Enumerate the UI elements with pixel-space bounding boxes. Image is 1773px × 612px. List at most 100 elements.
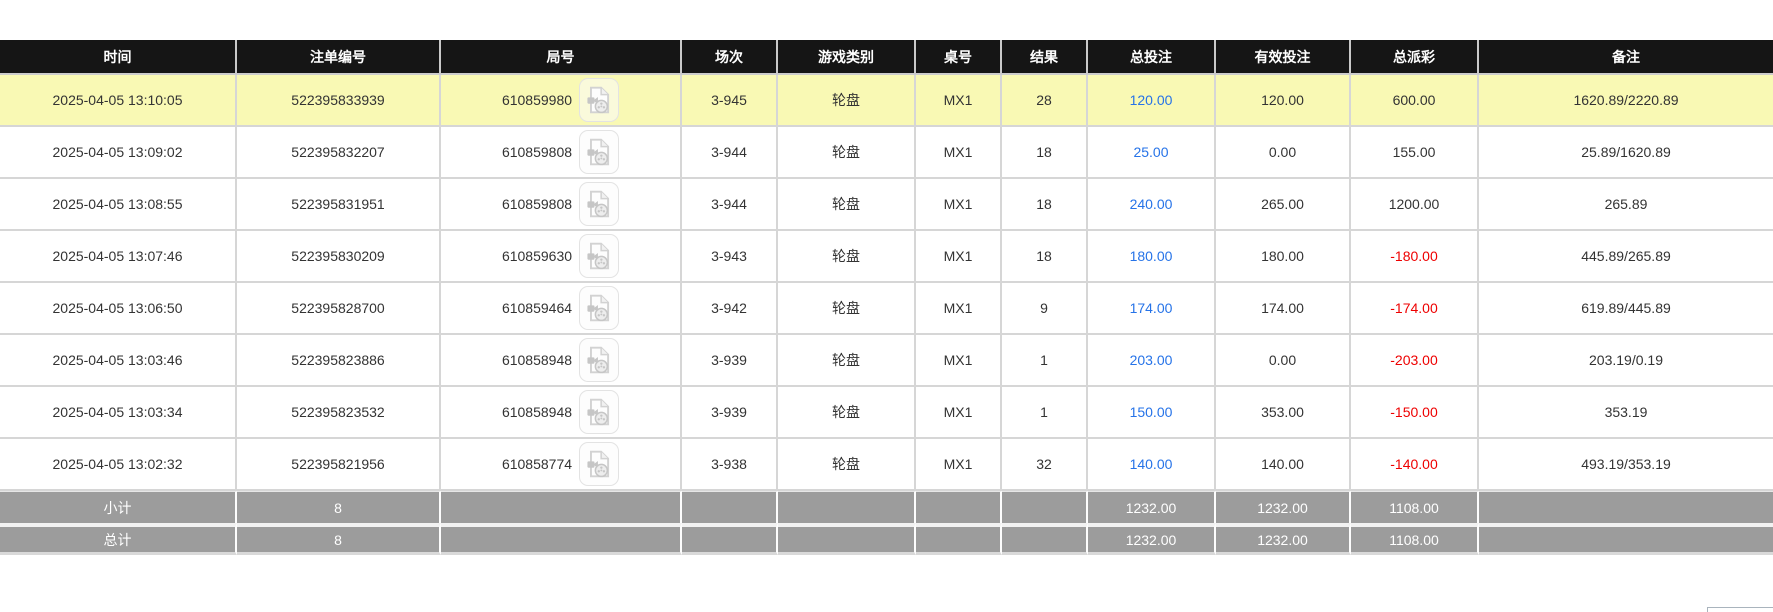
subtotal-label: 小计 bbox=[0, 491, 237, 523]
table-row[interactable]: 2025-04-05 13:08:55 522395831951 6108598… bbox=[0, 179, 1773, 231]
table-row[interactable]: 2025-04-05 13:03:34 522395823532 6108589… bbox=[0, 387, 1773, 439]
cell-total-bet[interactable]: 150.00 bbox=[1088, 387, 1216, 439]
cell-total-bet[interactable]: 240.00 bbox=[1088, 179, 1216, 231]
cell-valid-bet: 174.00 bbox=[1216, 283, 1351, 335]
cell-total-payout: -150.00 bbox=[1351, 387, 1479, 439]
cell-total-payout: 155.00 bbox=[1351, 127, 1479, 179]
cell-round-id: 610858948 bbox=[441, 335, 682, 387]
cell-session: 3-942 bbox=[682, 283, 778, 335]
cell-time: 2025-04-05 13:02:32 bbox=[0, 439, 237, 491]
cell-valid-bet: 0.00 bbox=[1216, 335, 1351, 387]
cell-game-type: 轮盘 bbox=[778, 231, 916, 283]
header-bet-id: 注单编号 bbox=[237, 40, 441, 75]
cell-game-type: 轮盘 bbox=[778, 283, 916, 335]
cell-result: 1 bbox=[1002, 335, 1088, 387]
video-file-icon bbox=[587, 86, 610, 114]
video-file-icon bbox=[587, 190, 610, 218]
table-row[interactable]: 2025-04-05 13:09:02 522395832207 6108598… bbox=[0, 127, 1773, 179]
header-game-type: 游戏类别 bbox=[778, 40, 916, 75]
cell-result: 18 bbox=[1002, 231, 1088, 283]
header-session: 场次 bbox=[682, 40, 778, 75]
cell-result: 32 bbox=[1002, 439, 1088, 491]
cell-remark: 445.89/265.89 bbox=[1479, 231, 1773, 283]
cell-session: 3-938 bbox=[682, 439, 778, 491]
cell-total-bet[interactable]: 140.00 bbox=[1088, 439, 1216, 491]
cell-total-bet[interactable]: 174.00 bbox=[1088, 283, 1216, 335]
video-file-icon bbox=[587, 294, 610, 322]
cell-time: 2025-04-05 13:09:02 bbox=[0, 127, 237, 179]
cell-round-id: 610859808 bbox=[441, 127, 682, 179]
cell-session: 3-945 bbox=[682, 75, 778, 127]
cell-total-bet[interactable]: 120.00 bbox=[1088, 75, 1216, 127]
table-body: 2025-04-05 13:10:05 522395833939 6108599… bbox=[0, 75, 1773, 491]
replay-video-button[interactable] bbox=[579, 234, 620, 278]
cell-game-type: 轮盘 bbox=[778, 439, 916, 491]
header-total-bet: 总投注 bbox=[1088, 40, 1216, 75]
cell-result: 18 bbox=[1002, 179, 1088, 231]
cell-remark: 1620.89/2220.89 bbox=[1479, 75, 1773, 127]
cell-valid-bet: 353.00 bbox=[1216, 387, 1351, 439]
cell-total-bet[interactable]: 25.00 bbox=[1088, 127, 1216, 179]
cell-round-id: 610858948 bbox=[441, 387, 682, 439]
cell-bet-id: 522395830209 bbox=[237, 231, 441, 283]
cell-remark: 265.89 bbox=[1479, 179, 1773, 231]
replay-video-button[interactable] bbox=[579, 442, 620, 486]
cell-total-payout: -174.00 bbox=[1351, 283, 1479, 335]
grand-total-count: 8 bbox=[237, 523, 441, 555]
cell-result: 9 bbox=[1002, 283, 1088, 335]
cell-round-id: 610859630 bbox=[441, 231, 682, 283]
replay-video-button[interactable] bbox=[579, 338, 620, 382]
cell-table-no: MX1 bbox=[916, 439, 1002, 491]
cell-remark: 25.89/1620.89 bbox=[1479, 127, 1773, 179]
video-file-icon bbox=[587, 450, 610, 478]
table-row[interactable]: 2025-04-05 13:07:46 522395830209 6108596… bbox=[0, 231, 1773, 283]
cell-game-type: 轮盘 bbox=[778, 127, 916, 179]
table-row[interactable]: 2025-04-05 13:10:05 522395833939 6108599… bbox=[0, 75, 1773, 127]
table-row[interactable]: 2025-04-05 13:03:46 522395823886 6108589… bbox=[0, 335, 1773, 387]
cell-table-no: MX1 bbox=[916, 387, 1002, 439]
cell-valid-bet: 120.00 bbox=[1216, 75, 1351, 127]
cell-game-type: 轮盘 bbox=[778, 75, 916, 127]
replay-video-button[interactable] bbox=[579, 182, 620, 226]
cell-remark: 619.89/445.89 bbox=[1479, 283, 1773, 335]
cell-result: 28 bbox=[1002, 75, 1088, 127]
cell-bet-id: 522395823532 bbox=[237, 387, 441, 439]
cell-bet-id: 522395823886 bbox=[237, 335, 441, 387]
cell-time: 2025-04-05 13:08:55 bbox=[0, 179, 237, 231]
round-id-value: 610859464 bbox=[501, 300, 573, 316]
cell-bet-id: 522395833939 bbox=[237, 75, 441, 127]
table-row[interactable]: 2025-04-05 13:06:50 522395828700 6108594… bbox=[0, 283, 1773, 335]
header-remark: 备注 bbox=[1479, 40, 1773, 75]
replay-video-button[interactable] bbox=[579, 78, 620, 122]
round-id-value: 610859980 bbox=[501, 92, 573, 108]
cell-total-payout: 600.00 bbox=[1351, 75, 1479, 127]
replay-video-button[interactable] bbox=[579, 286, 620, 330]
subtotal-total-payout: 1108.00 bbox=[1351, 491, 1479, 523]
grand-total-total-bet: 1232.00 bbox=[1088, 523, 1216, 555]
cell-time: 2025-04-05 13:07:46 bbox=[0, 231, 237, 283]
cell-game-type: 轮盘 bbox=[778, 335, 916, 387]
cell-session: 3-939 bbox=[682, 335, 778, 387]
video-file-icon bbox=[587, 138, 610, 166]
cell-remark: 203.19/0.19 bbox=[1479, 335, 1773, 387]
header-valid-bet: 有效投注 bbox=[1216, 40, 1351, 75]
cell-session: 3-944 bbox=[682, 127, 778, 179]
cell-time: 2025-04-05 13:03:46 bbox=[0, 335, 237, 387]
cell-round-id: 610858774 bbox=[441, 439, 682, 491]
video-file-icon bbox=[587, 346, 610, 374]
header-row: 时间 注单编号 局号 场次 游戏类别 桌号 结果 总投注 有效投注 总派彩 备注 bbox=[0, 40, 1773, 75]
cell-table-no: MX1 bbox=[916, 283, 1002, 335]
grand-total-row: 总计 8 1232.00 1232.00 1108.00 bbox=[0, 523, 1773, 555]
replay-video-button[interactable] bbox=[579, 390, 620, 434]
cell-bet-id: 522395821956 bbox=[237, 439, 441, 491]
subtotal-total-bet: 1232.00 bbox=[1088, 491, 1216, 523]
cell-total-bet[interactable]: 203.00 bbox=[1088, 335, 1216, 387]
grand-total-valid-bet: 1232.00 bbox=[1216, 523, 1351, 555]
cell-table-no: MX1 bbox=[916, 179, 1002, 231]
cell-table-no: MX1 bbox=[916, 231, 1002, 283]
table-row[interactable]: 2025-04-05 13:02:32 522395821956 6108587… bbox=[0, 439, 1773, 491]
partial-input-box[interactable] bbox=[1707, 607, 1773, 612]
header-round-id: 局号 bbox=[441, 40, 682, 75]
cell-total-bet[interactable]: 180.00 bbox=[1088, 231, 1216, 283]
replay-video-button[interactable] bbox=[579, 130, 620, 174]
